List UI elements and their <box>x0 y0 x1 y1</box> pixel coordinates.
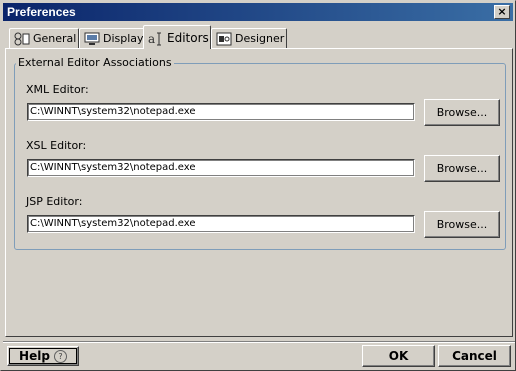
xsl-browse-label: Browse... <box>436 162 488 175</box>
editor-icon: a <box>148 31 164 46</box>
cancel-label: Cancel <box>452 349 497 363</box>
tab-designer-label: Designer <box>235 32 285 45</box>
tab-general-label: General <box>33 32 77 45</box>
tab-bar: General Display a Editors Designer <box>5 25 513 49</box>
jsp-editor-label: JSP Editor: <box>26 195 83 208</box>
xml-editor-input[interactable]: C:\WINNT\system32\notepad.exe <box>27 103 415 121</box>
xml-editor-label: XML Editor: <box>26 83 89 96</box>
jsp-browse-button[interactable]: Browse... <box>424 211 500 238</box>
designer-icon <box>216 32 232 46</box>
monitor-icon <box>84 32 100 46</box>
xml-browse-button[interactable]: Browse... <box>424 99 500 126</box>
xsl-editor-label: XSL Editor: <box>26 139 87 152</box>
svg-text:a: a <box>148 32 155 46</box>
help-icon: ? <box>53 349 67 363</box>
help-label: Help <box>19 349 50 363</box>
ok-button[interactable]: OK <box>362 345 435 367</box>
xsl-editor-input[interactable]: C:\WINNT\system32\notepad.exe <box>27 159 415 177</box>
tab-designer[interactable]: Designer <box>211 28 287 48</box>
close-button[interactable]: × <box>494 5 510 19</box>
close-icon: × <box>497 5 507 18</box>
tab-display-label: Display <box>103 32 144 45</box>
tab-general[interactable]: General <box>9 28 79 48</box>
xml-browse-label: Browse... <box>436 106 488 119</box>
tab-editors[interactable]: a Editors <box>143 25 211 49</box>
xsl-browse-button[interactable]: Browse... <box>424 155 500 182</box>
title-bar[interactable]: Preferences × <box>3 3 513 21</box>
tab-display[interactable]: Display <box>79 28 145 48</box>
jsp-editor-input[interactable]: C:\WINNT\system32\notepad.exe <box>27 215 415 233</box>
tab-editors-label: Editors <box>167 30 209 45</box>
cancel-button[interactable]: Cancel <box>438 345 511 367</box>
jsp-browse-label: Browse... <box>436 218 488 231</box>
general-icon <box>14 32 30 46</box>
help-button[interactable]: Help ? <box>7 346 79 366</box>
window-title: Preferences <box>7 5 76 19</box>
preferences-dialog: Preferences × General Display a Editors … <box>0 0 516 371</box>
ok-label: OK <box>388 349 409 363</box>
group-title: External Editor Associations <box>16 56 174 69</box>
editors-panel: External Editor Associations XML Editor:… <box>5 48 513 337</box>
footer-separator <box>3 341 515 343</box>
